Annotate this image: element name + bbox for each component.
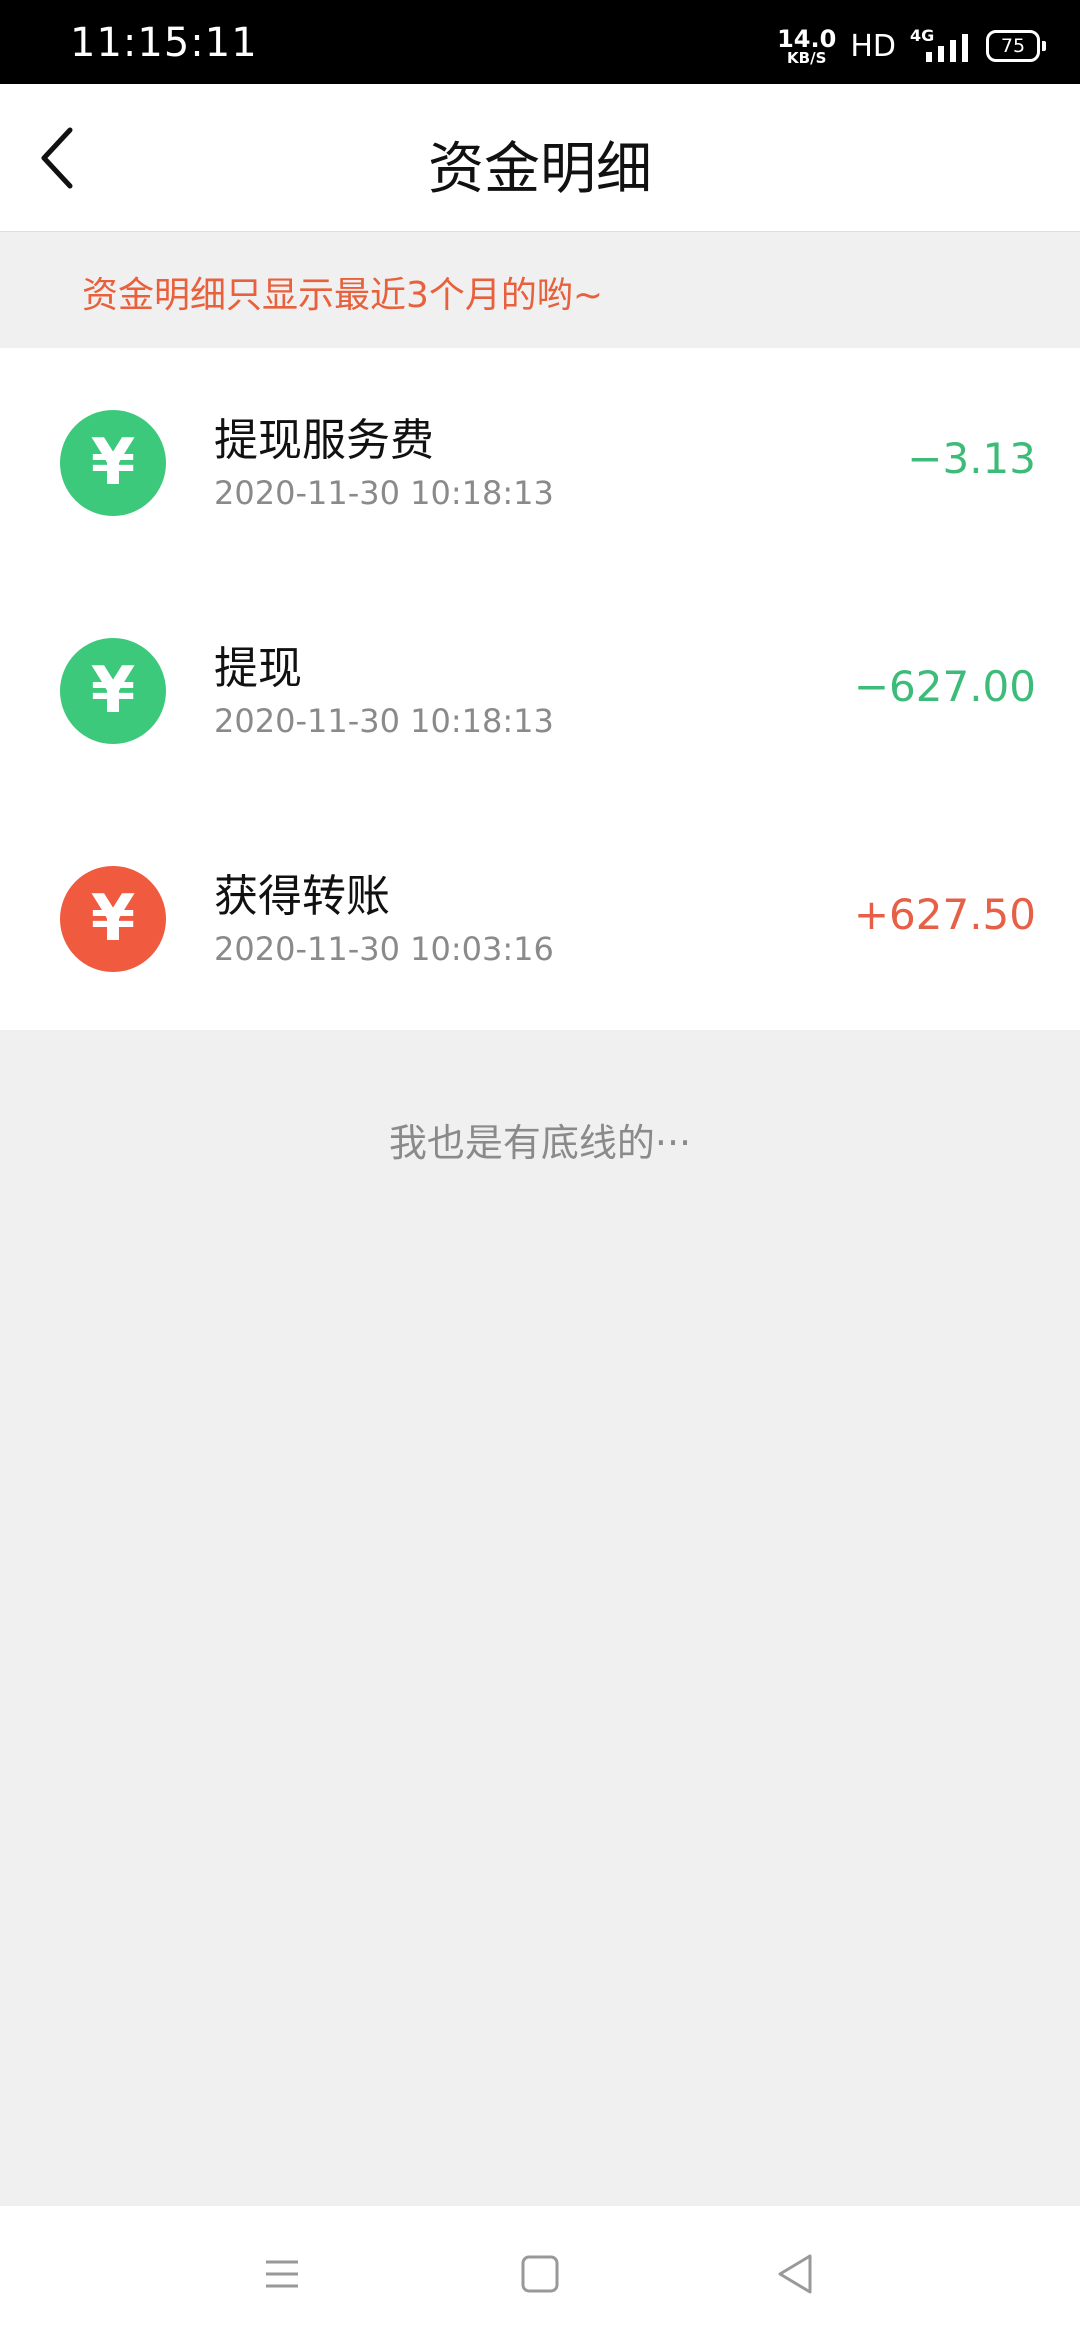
system-nav-bar: [0, 2206, 1080, 2340]
transaction-row[interactable]: ¥ 获得转账 2020-11-30 10:03:16 +627.50: [0, 804, 1080, 1032]
transaction-time: 2020-11-30 10:18:13: [214, 474, 554, 512]
status-time: 11:15:11: [70, 20, 258, 66]
network-speed-unit: KB/S: [787, 48, 827, 67]
hd-indicator: HD: [850, 28, 896, 64]
transaction-title: 获得转账: [214, 871, 390, 922]
header: 资金明细: [0, 84, 1080, 232]
signal-icon: 4G: [910, 26, 972, 66]
status-bar: 11:15:11 14.0 KB/S HD 4G 75: [0, 0, 1080, 84]
transaction-amount: −627.00: [853, 662, 1036, 711]
transaction-title: 提现: [214, 643, 302, 694]
menu-icon[interactable]: [252, 2244, 312, 2304]
transaction-amount: −3.13: [907, 434, 1036, 483]
notice-text: 资金明细只显示最近3个月的哟~: [82, 275, 604, 316]
transaction-row[interactable]: ¥ 提现 2020-11-30 10:18:13 −627.00: [0, 576, 1080, 804]
battery-icon: 75: [986, 30, 1046, 62]
notice-bar: 资金明细只显示最近3个月的哟~: [0, 232, 1080, 348]
yuan-icon: ¥: [60, 638, 166, 744]
network-type: 4G: [910, 26, 935, 45]
page-title: 资金明细: [428, 137, 652, 202]
transaction-amount: +627.50: [853, 890, 1036, 939]
battery-level: 75: [1000, 35, 1026, 57]
transaction-row[interactable]: ¥ 提现服务费 2020-11-30 10:18:13 −3.13: [0, 348, 1080, 576]
home-square-icon[interactable]: [510, 2244, 570, 2304]
yuan-icon: ¥: [60, 410, 166, 516]
yuan-icon: ¥: [60, 866, 166, 972]
transaction-list: ¥ 提现服务费 2020-11-30 10:18:13 −3.13 ¥ 提现 2…: [0, 348, 1080, 1030]
status-indicators: 14.0 KB/S HD 4G 75: [777, 22, 1046, 70]
transaction-title: 提现服务费: [214, 415, 434, 466]
transaction-time: 2020-11-30 10:18:13: [214, 702, 554, 740]
network-speed-value: 14.0: [777, 24, 837, 53]
network-speed: 14.0 KB/S: [777, 27, 836, 66]
end-of-list-text: 我也是有底线的···: [388, 1121, 692, 1165]
transaction-time: 2020-11-30 10:03:16: [214, 930, 554, 968]
back-triangle-icon[interactable]: [766, 2244, 826, 2304]
